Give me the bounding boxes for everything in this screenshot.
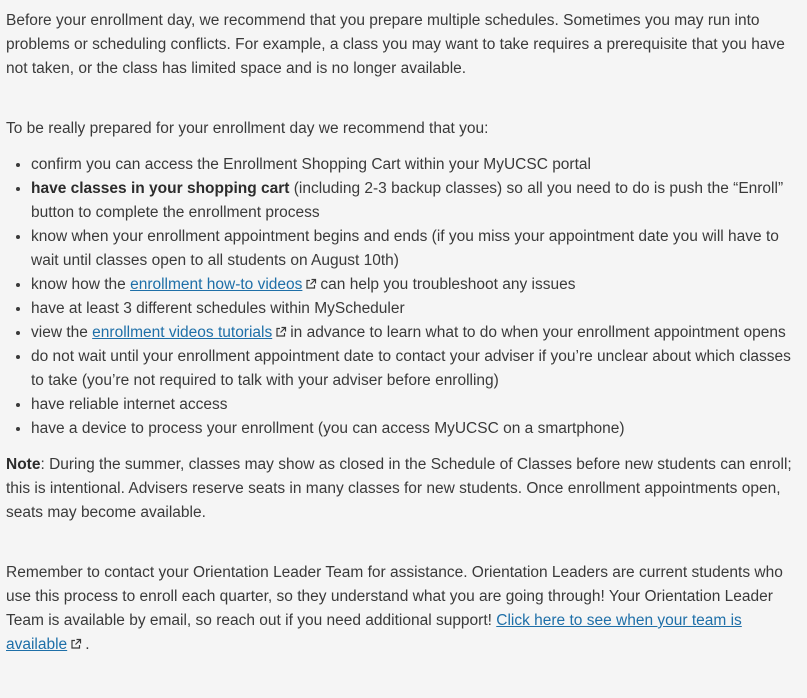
list-item-text: know when your enrollment appointment be… xyxy=(31,228,779,269)
closing-period: . xyxy=(85,636,90,653)
lead-in-paragraph: To be really prepared for your enrollmen… xyxy=(6,120,489,137)
list-item: know how the enrollment how-to videos can… xyxy=(31,273,802,297)
list-item: do not wait until your enrollment appoin… xyxy=(31,345,802,393)
recommendations-list: confirm you can access the Enrollment Sh… xyxy=(6,153,802,441)
intro-paragraph: Before your enrollment day, we recommend… xyxy=(6,12,785,77)
external-link-icon[interactable] xyxy=(305,278,317,290)
list-item: view the enrollment videos tutorials in a… xyxy=(31,321,802,345)
list-item-text: have reliable internet access xyxy=(31,396,228,413)
article-content: Before your enrollment day, we recommend… xyxy=(6,9,802,657)
closing-paragraph: Remember to contact your Orientation Lea… xyxy=(6,561,802,657)
note-paragraph: Note: During the summer, classes may sho… xyxy=(6,453,802,525)
external-link-icon[interactable] xyxy=(275,326,287,338)
list-item: have at least 3 different schedules with… xyxy=(31,297,802,321)
note-text: : During the summer, classes may show as… xyxy=(6,456,792,521)
enrollment-how-to-videos-link[interactable]: enrollment how-to videos xyxy=(130,276,302,293)
list-item-text: have at least 3 different schedules with… xyxy=(31,300,405,317)
external-link-icon[interactable] xyxy=(70,638,82,650)
list-item-text: view the xyxy=(31,324,93,341)
list-item: know when your enrollment appointment be… xyxy=(31,225,802,273)
list-item-bold-text: have classes in your shopping cart xyxy=(31,180,290,197)
list-item-text: in advance to learn what to do when your… xyxy=(290,324,786,341)
list-item: have reliable internet access xyxy=(31,393,802,417)
list-item: have classes in your shopping cart (incl… xyxy=(31,177,802,225)
list-item-text: know how the xyxy=(31,276,131,293)
list-item: have a device to process your enrollment… xyxy=(31,417,802,441)
note-label: Note xyxy=(6,456,41,473)
enrollment-videos-tutorials-link[interactable]: enrollment videos tutorials xyxy=(92,324,272,341)
list-item-text: have a device to process your enrollment… xyxy=(31,420,625,437)
list-item-text: do not wait until your enrollment appoin… xyxy=(31,348,791,389)
list-item-text: can help you troubleshoot any issues xyxy=(320,276,576,293)
list-item-text: confirm you can access the Enrollment Sh… xyxy=(31,156,591,173)
list-item: confirm you can access the Enrollment Sh… xyxy=(31,153,802,177)
